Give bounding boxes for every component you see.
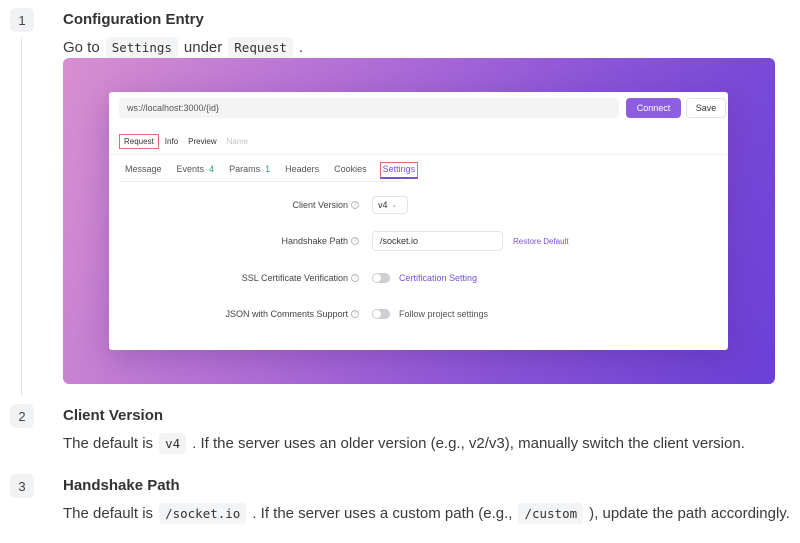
tab-params-count: 1 (265, 164, 271, 174)
client-version-value: v4 (378, 200, 388, 210)
tab-params[interactable]: Params 1 (227, 162, 272, 179)
handshake-path-row: Handshake Path ? /socket.io Restore Defa… (109, 231, 728, 251)
connect-button[interactable]: Connect (626, 98, 681, 118)
tab-cookies-label: Cookies (334, 164, 367, 174)
step-number-3: 3 (10, 474, 34, 498)
tab-settings[interactable]: Settings (379, 162, 419, 179)
help-icon[interactable]: ? (351, 201, 359, 209)
client-version-row: Client Version ? v4 ⌄ (109, 195, 728, 215)
app-window: ws://localhost:3000/{id} Connect Save Re… (109, 92, 728, 350)
subtab-preview[interactable]: Preview (184, 135, 220, 148)
step-number-1: 1 (10, 8, 34, 32)
header-divider (109, 154, 728, 155)
restore-default-link[interactable]: Restore Default (513, 237, 569, 246)
step-number-2: 2 (10, 404, 34, 428)
follow-project-settings-text: Follow project settings (399, 309, 489, 319)
request-subtabs: Request Info Preview Name (119, 134, 252, 149)
handshake-path-text: Handshake Path (281, 236, 348, 246)
step-3-text-before: The default is (63, 505, 154, 522)
tab-events-label: Events (176, 164, 205, 174)
step-3-text-middle: . If the server uses a custom path (e.g.… (252, 505, 513, 522)
tab-headers[interactable]: Headers (283, 162, 321, 179)
step-1-text-after: . (298, 39, 304, 56)
json-comments-row: JSON with Comments Support ? Follow proj… (109, 304, 728, 324)
save-button[interactable]: Save (686, 98, 726, 118)
handshake-path-label: Handshake Path ? (281, 236, 359, 246)
client-version-select[interactable]: v4 ⌄ (372, 196, 408, 214)
tab-events[interactable]: Events 4 (175, 162, 217, 179)
tabs-underline (119, 181, 404, 182)
tab-settings-label: Settings (382, 164, 416, 174)
subtab-info[interactable]: Info (161, 135, 182, 148)
request-tabs: Message Events 4 Params 1 Headers Cookies … (123, 162, 419, 179)
tab-cookies[interactable]: Cookies (332, 162, 369, 179)
subtab-request[interactable]: Request (119, 134, 159, 149)
step-3-description: The default is /socket.io . If the serve… (63, 503, 790, 524)
custom-path-code: /custom (518, 503, 584, 524)
step-3-text-after: ), update the path accordingly. (589, 505, 790, 522)
v4-code: v4 (159, 433, 187, 454)
json-comments-text: JSON with Comments Support (225, 309, 348, 319)
help-icon[interactable]: ? (351, 310, 359, 318)
request-code: Request (228, 37, 293, 58)
json-comments-toggle[interactable] (372, 309, 390, 319)
help-icon[interactable]: ? (351, 237, 359, 245)
tab-headers-label: Headers (285, 164, 320, 174)
step-2-text-before: The default is (63, 435, 154, 452)
settings-screenshot: ws://localhost:3000/{id} Connect Save Re… (63, 58, 775, 384)
step-title-handshake-path: Handshake Path (63, 477, 180, 494)
ssl-label: SSL Certificate Verification ? (242, 273, 359, 283)
step-1-description: Go to Settings under Request . (63, 37, 303, 58)
step-title-configuration-entry: Configuration Entry (63, 11, 204, 28)
step-1-text-before: Go to (63, 39, 100, 56)
chevron-down-icon: ⌄ (391, 202, 398, 209)
ssl-row: SSL Certificate Verification ? Certifica… (109, 268, 728, 288)
handshake-path-input[interactable]: /socket.io (372, 231, 503, 251)
ssl-toggle[interactable] (372, 273, 390, 283)
settings-code: Settings (105, 37, 178, 58)
client-version-text: Client Version (292, 200, 348, 210)
tab-message-label: Message (125, 164, 162, 174)
subtab-name[interactable]: Name (223, 135, 252, 148)
step-1-text-middle: under (183, 39, 223, 56)
timeline-divider (21, 38, 22, 396)
json-comments-label: JSON with Comments Support ? (225, 309, 359, 319)
certification-setting-link[interactable]: Certification Setting (399, 273, 477, 283)
tab-params-label: Params (229, 164, 261, 174)
help-icon[interactable]: ? (351, 274, 359, 282)
tab-message[interactable]: Message (123, 162, 164, 179)
socket-io-code: /socket.io (159, 503, 247, 524)
client-version-label: Client Version ? (292, 200, 359, 210)
ssl-text: SSL Certificate Verification (241, 273, 348, 283)
tab-events-count: 4 (209, 164, 215, 174)
step-title-client-version: Client Version (63, 407, 164, 424)
url-input[interactable]: ws://localhost:3000/{id} (119, 98, 619, 118)
step-2-text-after: . If the server uses an older version (e… (192, 435, 745, 452)
step-2-description: The default is v4 . If the server uses a… (63, 433, 745, 454)
